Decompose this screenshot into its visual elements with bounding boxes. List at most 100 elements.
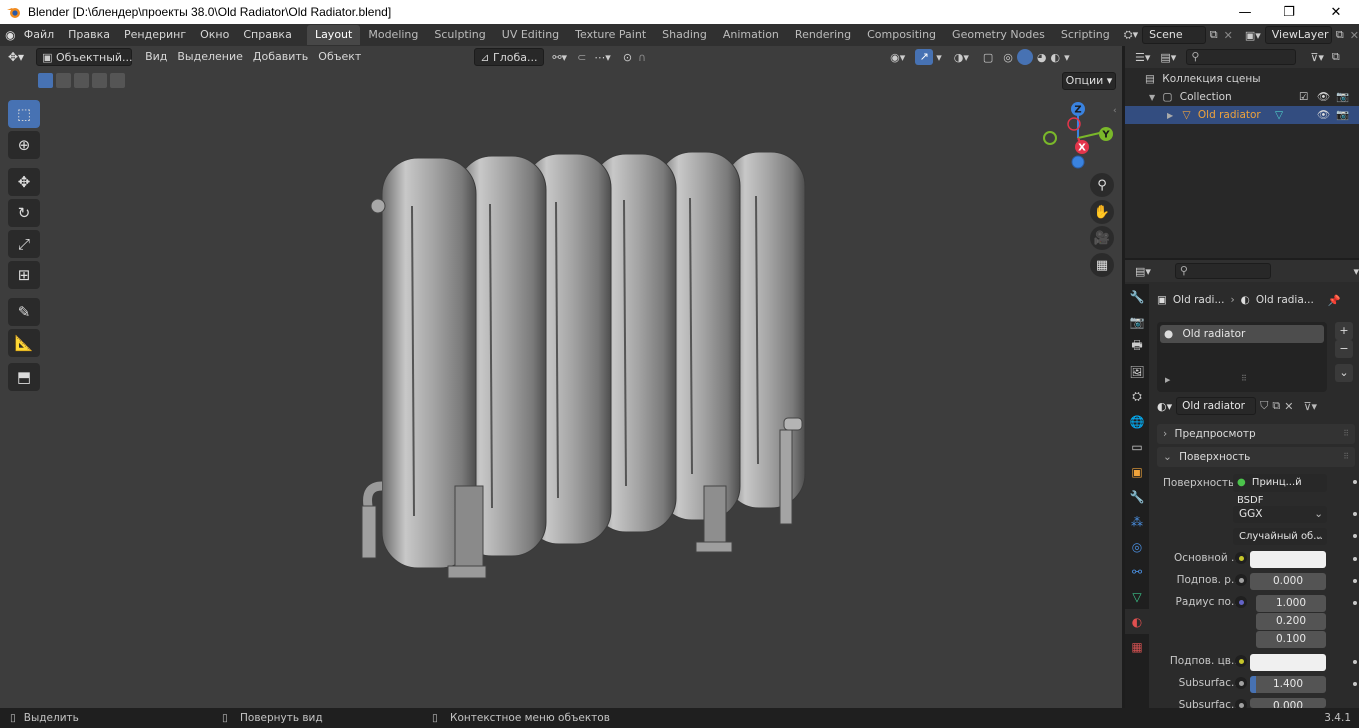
subsurface-ior-field[interactable]: 1.400 bbox=[1250, 676, 1326, 693]
menu-help[interactable]: Справка bbox=[236, 24, 298, 46]
node-link-icon[interactable]: ⊽▾ bbox=[1303, 400, 1317, 413]
radiator-model[interactable] bbox=[0, 46, 1122, 708]
mesh-data-icon[interactable]: ▽ bbox=[1275, 106, 1283, 124]
outliner-row-scene-collection[interactable]: ▤ Коллекция сцены bbox=[1125, 70, 1359, 88]
collection-camera-icon[interactable]: 📷 bbox=[1336, 88, 1349, 106]
tab-scripting[interactable]: Scripting bbox=[1053, 25, 1118, 45]
display-mode-icon[interactable]: ▤▾ bbox=[1160, 51, 1176, 64]
constraints-tab-icon[interactable]: ⚯ bbox=[1125, 559, 1149, 584]
perspective-grid-icon[interactable]: ▦ bbox=[1090, 253, 1114, 277]
texture-tab-icon[interactable]: ▦ bbox=[1125, 634, 1149, 659]
view-layer-icon[interactable]: ▣▾ bbox=[1245, 29, 1261, 42]
drag-handle-icon[interactable]: ⠿ bbox=[1343, 424, 1349, 444]
subsurface-field[interactable]: 0.000 bbox=[1250, 573, 1326, 590]
options-dropdown[interactable]: Опции ▾ bbox=[1062, 72, 1116, 90]
properties-options-icon[interactable]: ▾ bbox=[1353, 265, 1359, 278]
menu-render[interactable]: Рендеринг bbox=[117, 24, 193, 46]
tab-geometry-nodes[interactable]: Geometry Nodes bbox=[944, 25, 1053, 45]
subsurface-method-dropdown[interactable]: Случайный об... ⌄ bbox=[1233, 528, 1327, 545]
keyframe-dot[interactable] bbox=[1353, 534, 1357, 538]
object-eye-icon[interactable]: 👁 bbox=[1317, 106, 1330, 124]
annotate-tool-icon[interactable]: ✎ bbox=[8, 298, 40, 326]
distribution-dropdown[interactable]: GGX ⌄ bbox=[1233, 506, 1327, 523]
subsurface-anisotropy-field[interactable]: 0.000 bbox=[1250, 698, 1326, 708]
falloff-icon[interactable]: ∩ bbox=[638, 51, 646, 64]
shading-wireframe-icon[interactable]: ◎ bbox=[1003, 51, 1013, 64]
keyframe-dot[interactable] bbox=[1353, 682, 1357, 686]
menu-select[interactable]: Выделение bbox=[172, 48, 248, 66]
gizmo-dropdown-icon[interactable]: ▾ bbox=[936, 51, 942, 64]
fake-user-icon[interactable]: ⛉ bbox=[1260, 399, 1268, 413]
select-extend-icon[interactable] bbox=[56, 73, 71, 88]
surface-shader-field[interactable]: ● Принц...й BSDF bbox=[1233, 474, 1327, 506]
overlays-icon[interactable]: ◑▾ bbox=[954, 51, 969, 64]
camera-view-icon[interactable]: 🎥 bbox=[1090, 226, 1114, 250]
transform-tool-icon[interactable]: ⊞ bbox=[8, 261, 40, 289]
outliner-editor-icon[interactable]: ☰▾ bbox=[1135, 51, 1150, 64]
view-layer-delete-icon[interactable]: ✕ bbox=[1350, 29, 1359, 42]
tab-compositing[interactable]: Compositing bbox=[859, 25, 944, 45]
surface-panel-header[interactable]: ⌄ Поверхность ⠿ bbox=[1157, 447, 1355, 467]
keyframe-dot[interactable] bbox=[1353, 579, 1357, 583]
tab-rendering[interactable]: Rendering bbox=[787, 25, 859, 45]
properties-search-input[interactable]: ⚲ bbox=[1174, 263, 1272, 279]
object-camera-icon[interactable]: 📷 bbox=[1336, 106, 1349, 124]
unlink-material-icon[interactable]: ✕ bbox=[1284, 400, 1293, 413]
keyframe-dot[interactable] bbox=[1353, 660, 1357, 664]
tab-layout[interactable]: Layout bbox=[306, 25, 361, 45]
render-tab-icon[interactable]: 📷 bbox=[1125, 309, 1149, 334]
zoom-icon[interactable]: ⚲ bbox=[1090, 173, 1114, 197]
select-intersect-icon[interactable] bbox=[110, 73, 125, 88]
properties-editor-icon[interactable]: ▤▾ bbox=[1135, 265, 1151, 278]
proportional-edit-icon[interactable]: ⊙ bbox=[623, 51, 632, 64]
tab-sculpting[interactable]: Sculpting bbox=[426, 25, 493, 45]
menu-add[interactable]: Добавить bbox=[248, 48, 313, 66]
outliner-row-old-radiator[interactable]: ▶ ▽ Old radiator ▽ 👁 📷 bbox=[1125, 106, 1359, 124]
subsurface-radius-x-field[interactable]: 1.000 bbox=[1256, 595, 1326, 612]
minimize-button[interactable]: — bbox=[1222, 0, 1268, 24]
outliner-row-collection[interactable]: ▼ ▢ Collection ☑ 👁 📷 bbox=[1125, 88, 1359, 106]
snap-icon[interactable]: ⊂ bbox=[577, 51, 586, 64]
scene-field[interactable]: Scene bbox=[1142, 26, 1206, 44]
material-tab-icon[interactable]: ◐ bbox=[1125, 609, 1149, 634]
drag-handle-icon[interactable]: ⠿ bbox=[1343, 447, 1349, 467]
cursor-tool-icon[interactable]: ⊕ bbox=[8, 131, 40, 159]
xray-icon[interactable]: ▢ bbox=[983, 51, 993, 64]
visibility-icon[interactable]: ◉▾ bbox=[890, 51, 905, 64]
scale-tool-icon[interactable]: ⤢ bbox=[8, 230, 40, 258]
select-invert-icon[interactable] bbox=[92, 73, 107, 88]
tab-modeling[interactable]: Modeling bbox=[360, 25, 426, 45]
pivot-icon[interactable]: ⚯▾ bbox=[552, 51, 567, 64]
maximize-button[interactable]: ❐ bbox=[1266, 0, 1312, 24]
orientation-dropdown[interactable]: ⊿ Глоба... bbox=[474, 48, 545, 66]
tab-animation[interactable]: Animation bbox=[715, 25, 787, 45]
filter-icon[interactable]: ⊽▾ bbox=[1310, 51, 1324, 64]
outliner-search-input[interactable]: ⚲ bbox=[1186, 49, 1297, 65]
keyframe-dot[interactable] bbox=[1353, 557, 1357, 561]
scene-new-icon[interactable]: ⧉ bbox=[1210, 28, 1218, 42]
view-layer-tab-icon[interactable]: 🖼 bbox=[1125, 359, 1149, 384]
mode-dropdown[interactable]: ▣ Объектный... bbox=[36, 48, 133, 66]
list-resize-handle-icon[interactable]: ⠿ bbox=[1241, 374, 1247, 383]
tab-shading[interactable]: Shading bbox=[654, 25, 715, 45]
tab-uv-editing[interactable]: UV Editing bbox=[494, 25, 567, 45]
add-slot-button[interactable]: + bbox=[1335, 322, 1353, 340]
slot-specials-button[interactable]: ⌄ bbox=[1335, 364, 1353, 382]
collection-tab-icon[interactable]: ▭ bbox=[1125, 434, 1149, 459]
shading-solid-icon[interactable] bbox=[1016, 49, 1033, 65]
preview-panel-header[interactable]: › Предпросмотр ⠿ bbox=[1157, 424, 1355, 444]
tool-tab-icon[interactable]: 🔧 bbox=[1125, 284, 1149, 309]
pan-hand-icon[interactable]: ✋ bbox=[1090, 200, 1114, 224]
move-tool-icon[interactable]: ✥ bbox=[8, 168, 40, 196]
material-slot-item[interactable]: ● Old radiator bbox=[1160, 325, 1324, 343]
new-collection-icon[interactable]: ⧉ bbox=[1332, 50, 1340, 64]
menu-view[interactable]: Вид bbox=[140, 48, 172, 66]
socket-base-color-icon[interactable] bbox=[1235, 552, 1247, 564]
keyframe-dot[interactable] bbox=[1353, 512, 1357, 516]
gizmo-toggle-icon[interactable]: ↗ bbox=[915, 49, 934, 65]
select-new-icon[interactable] bbox=[38, 73, 53, 88]
socket-subsurface-ior-icon[interactable] bbox=[1235, 677, 1247, 689]
tab-texture-paint[interactable]: Texture Paint bbox=[567, 25, 654, 45]
world-tab-icon[interactable]: 🌐 bbox=[1125, 409, 1149, 434]
scene-delete-icon[interactable]: ✕ bbox=[1224, 29, 1233, 42]
